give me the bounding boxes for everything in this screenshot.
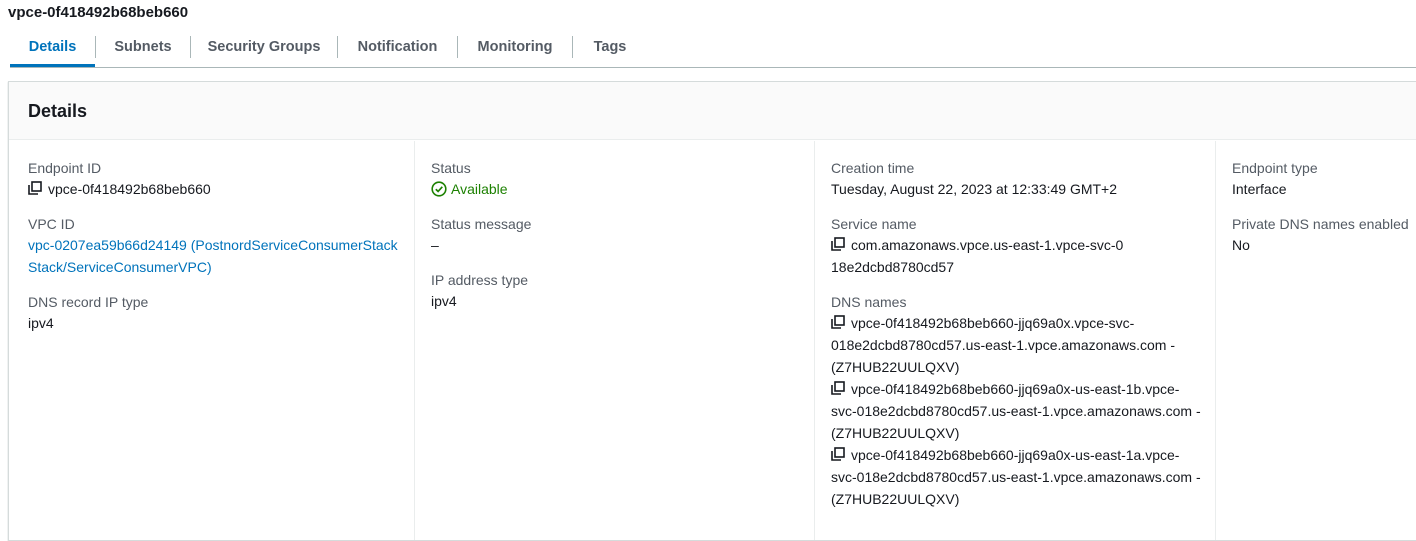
tab-details[interactable]: Details (10, 27, 95, 67)
private-dns-enabled-field: Private DNS names enabled No (1232, 214, 1416, 256)
endpoint-id-field: Endpoint ID vpce-0f418492b68beb660 (28, 158, 408, 200)
dns-name-text: vpce-0f418492b68beb660-jjq69a0x-us-east-… (831, 381, 1201, 441)
details-column-2: Status Available Status message – IP add… (414, 141, 814, 540)
details-column-4: Endpoint type Interface Private DNS name… (1215, 141, 1416, 540)
endpoint-type-label: Endpoint type (1232, 160, 1318, 176)
tab-bar: Details Subnets Security Groups Notifica… (10, 27, 1416, 68)
dns-name-entry: vpce-0f418492b68beb660-jjq69a0x-us-east-… (831, 378, 1201, 444)
private-dns-enabled-value: No (1232, 237, 1250, 253)
status-text: Available (451, 181, 508, 197)
endpoint-type-value: Interface (1232, 181, 1287, 197)
dns-name-entry: vpce-0f418492b68beb660-jjq69a0x-us-east-… (831, 444, 1201, 510)
endpoint-id-value: vpce-0f418492b68beb660 (28, 178, 408, 200)
ip-address-type-label: IP address type (431, 272, 529, 288)
dns-names-field: DNS names vpce-0f418492b68beb660-jjq69a0… (831, 292, 1216, 510)
service-name-field: Service name com.amazonaws.vpce.us-east-… (831, 214, 1216, 278)
creation-time-label: Creation time (831, 160, 915, 176)
private-dns-enabled-label: Private DNS names enabled (1232, 216, 1409, 232)
check-circle-icon (431, 181, 447, 197)
endpoint-id-label: Endpoint ID (28, 160, 102, 176)
copy-icon[interactable] (831, 381, 845, 395)
tab-notification[interactable]: Notification (338, 27, 457, 67)
tab-subnets[interactable]: Subnets (96, 27, 190, 67)
tab-security-groups[interactable]: Security Groups (191, 27, 337, 67)
service-name-text: com.amazonaws.vpce.us-east-1.vpce-svc-01… (831, 237, 1124, 275)
tab-tags[interactable]: Tags (573, 27, 647, 67)
details-panel: Details Endpoint ID vpce-0f418492b68beb6… (8, 81, 1416, 541)
dns-names-label: DNS names (831, 294, 907, 310)
status-value: Available (431, 178, 814, 200)
tab-monitoring[interactable]: Monitoring (458, 27, 572, 67)
copy-icon[interactable] (831, 447, 845, 461)
ip-address-type-value: ipv4 (431, 293, 457, 309)
ip-address-type-field: IP address type ipv4 (431, 270, 814, 312)
status-message-field: Status message – (431, 214, 814, 256)
service-name-label: Service name (831, 216, 917, 232)
vpc-id-label: VPC ID (28, 216, 75, 232)
status-label: Status (431, 160, 471, 176)
service-name-value: com.amazonaws.vpce.us-east-1.vpce-svc-01… (831, 234, 1131, 278)
details-column-1: Endpoint ID vpce-0f418492b68beb660 VPC I… (28, 141, 408, 540)
status-message-label: Status message (431, 216, 532, 232)
dns-name-entry: vpce-0f418492b68beb660-jjq69a0x.vpce-svc… (831, 312, 1196, 378)
copy-icon[interactable] (831, 237, 845, 251)
vpc-id-link[interactable]: vpc-0207ea59b66d24149 (PostnordServiceCo… (28, 234, 398, 278)
dns-record-ip-type-label: DNS record IP type (28, 294, 149, 310)
creation-time-field: Creation time Tuesday, August 22, 2023 a… (831, 158, 1216, 200)
dns-name-text: vpce-0f418492b68beb660-jjq69a0x.vpce-svc… (831, 315, 1175, 375)
creation-time-value: Tuesday, August 22, 2023 at 12:33:49 GMT… (831, 181, 1118, 197)
copy-icon[interactable] (28, 181, 42, 195)
status-field: Status Available (431, 158, 814, 200)
copy-icon[interactable] (831, 315, 845, 329)
vpc-id-field: VPC ID vpc-0207ea59b66d24149 (PostnordSe… (28, 214, 408, 278)
dns-record-ip-type-value: ipv4 (28, 315, 54, 331)
endpoint-id-text: vpce-0f418492b68beb660 (48, 181, 211, 197)
endpoint-type-field: Endpoint type Interface (1232, 158, 1416, 200)
page-title: vpce-0f418492b68beb660 (8, 4, 189, 21)
panel-heading: Details (9, 82, 1416, 140)
status-message-value: – (431, 237, 439, 253)
dns-name-text: vpce-0f418492b68beb660-jjq69a0x-us-east-… (831, 447, 1201, 507)
dns-record-ip-type-field: DNS record IP type ipv4 (28, 292, 408, 334)
details-column-3: Creation time Tuesday, August 22, 2023 a… (814, 141, 1216, 540)
